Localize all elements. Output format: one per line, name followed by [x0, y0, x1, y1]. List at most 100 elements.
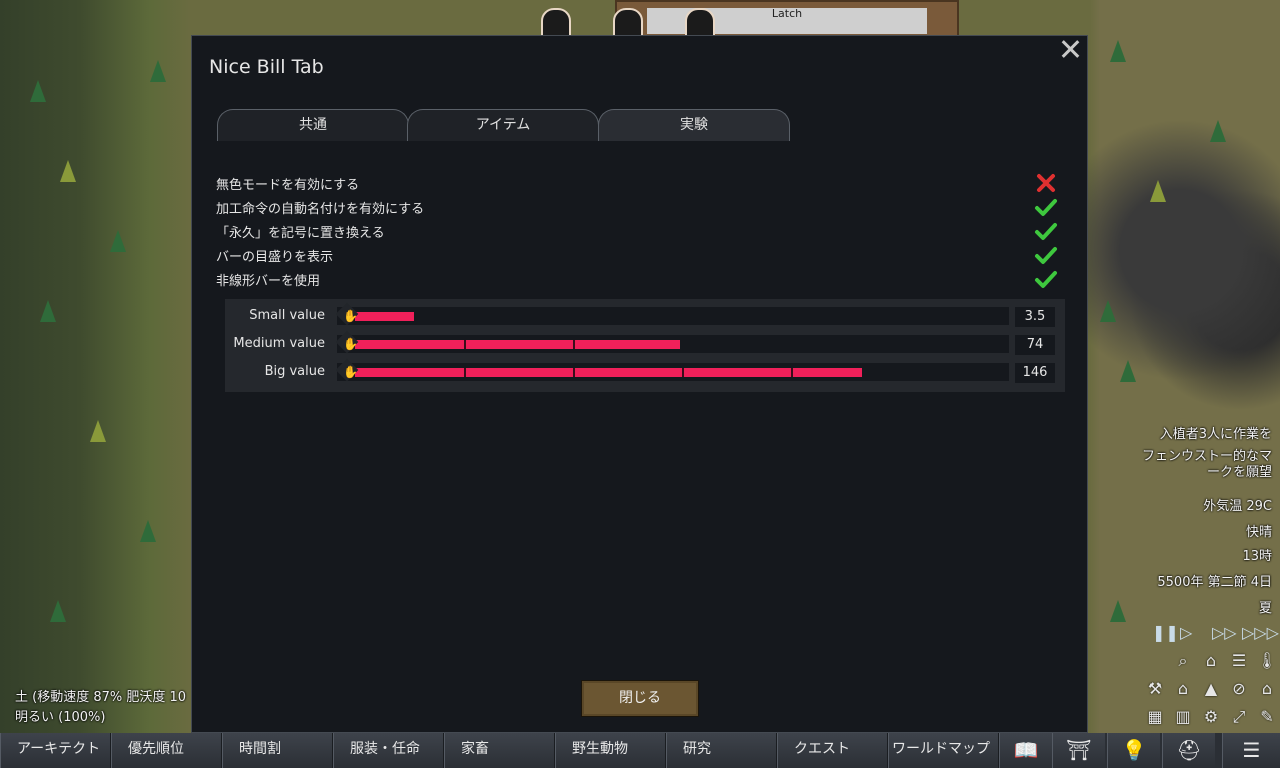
hour-readout: 13時	[1242, 549, 1272, 564]
slider-row: Small value ✋ 3.5	[225, 302, 1065, 329]
hierarchy-icon[interactable]: ⛩	[1052, 733, 1105, 768]
tree	[40, 300, 56, 322]
tree	[1110, 40, 1126, 62]
slider-label: Big value	[264, 364, 325, 379]
tree	[90, 420, 106, 442]
slider-value[interactable]: 146	[1015, 363, 1055, 383]
slider-tick	[464, 340, 466, 349]
slider-track[interactable]: ✋	[335, 330, 1009, 354]
option-label: 加工命令の自動名付けを有効にする	[216, 202, 425, 217]
notes-icon[interactable]: ✎	[1256, 706, 1278, 728]
speed-superfast-icon[interactable]: ▷▷▷	[1242, 623, 1279, 642]
tree	[1120, 360, 1136, 382]
option-label: 無色モードを有効にする	[216, 178, 360, 193]
tree	[50, 600, 66, 622]
slider-tick	[682, 368, 684, 377]
slider-value[interactable]: 74	[1015, 335, 1055, 355]
option-row[interactable]: バーの目盛りを表示	[216, 243, 1058, 267]
book-icon[interactable]: 📖	[999, 733, 1052, 768]
lightbulb-icon[interactable]: 💡	[1107, 733, 1160, 768]
rebuild-icon[interactable]: ⚙	[1200, 706, 1222, 728]
tab-research[interactable]: 研究	[666, 733, 777, 768]
pause-icon[interactable]: ❚❚	[1152, 623, 1179, 642]
home-area-icon[interactable]: ⌂	[1172, 678, 1194, 700]
date-readout: 5500年 第二節 4日	[1157, 575, 1272, 590]
menu-icon[interactable]: ☰	[1222, 733, 1280, 768]
tree	[150, 60, 166, 82]
light-info: 明るい (100%)	[15, 710, 106, 725]
tab-assign[interactable]: 服装・任命	[333, 733, 444, 768]
checkmark-icon[interactable]	[1034, 195, 1058, 219]
option-row[interactable]: 加工命令の自動名付けを有効にする	[216, 195, 1058, 219]
slider-handle-icon: ✋	[343, 309, 358, 323]
tab-schedule[interactable]: 時間割	[222, 733, 333, 768]
tab-architect[interactable]: アーキテクト	[0, 733, 111, 768]
option-label: 非線形バーを使用	[216, 274, 321, 289]
tab-experimental[interactable]: 実験	[598, 109, 790, 141]
tab-work[interactable]: 優先順位	[111, 733, 222, 768]
checkmark-icon[interactable]	[1034, 243, 1058, 267]
option-row[interactable]: 「永久」を記号に置き換える	[216, 219, 1058, 243]
beauty-overlay-icon[interactable]: ▥	[1172, 706, 1194, 728]
tree	[140, 520, 156, 542]
tree	[30, 80, 46, 102]
tree	[1150, 180, 1166, 202]
tree	[110, 230, 126, 252]
slider-panel: Small value ✋ 3.5 Medium value ✋ 74 Big …	[225, 299, 1065, 392]
tree	[60, 160, 76, 182]
slider-fill	[355, 312, 414, 321]
slider-handle-icon: ✋	[343, 337, 358, 351]
tab-wildlife[interactable]: 野生動物	[555, 733, 666, 768]
alert-text[interactable]: ークを願望	[1207, 461, 1272, 480]
tab-items[interactable]: アイテム	[407, 109, 599, 141]
building-label: Latch	[771, 7, 803, 20]
search-icon[interactable]: ⌕	[1172, 650, 1194, 672]
main-tab-bar: アーキテクト 優先順位 時間割 服装・任命 家畜 野生動物 研究 クエスト ワー…	[0, 733, 1280, 768]
speed-fast-icon[interactable]: ▷▷	[1212, 623, 1237, 642]
resize-icon[interactable]: ⤢	[1228, 706, 1250, 728]
zone-icon[interactable]: ▦	[1144, 706, 1166, 728]
tab-quests[interactable]: クエスト	[777, 733, 888, 768]
option-row[interactable]: 無色モードを有効にする	[216, 171, 1058, 195]
settings-dialog: Nice Bill Tab 共通 アイテム 実験 無色モードを有効にする 加工命…	[191, 35, 1088, 733]
forbidden-icon[interactable]: ⊘	[1228, 678, 1250, 700]
temperature-icon[interactable]: 🌡	[1256, 650, 1278, 672]
tab-world[interactable]: ワールドマップ	[888, 733, 999, 768]
tab-animals[interactable]: 家畜	[444, 733, 555, 768]
option-label: 「永久」を記号に置き換える	[216, 226, 385, 241]
list-toggle-icon[interactable]: ☰	[1228, 650, 1250, 672]
slider-row: Medium value ✋ 74	[225, 330, 1065, 357]
building[interactable]: Latch	[615, 0, 959, 40]
close-icon[interactable]	[1059, 38, 1081, 60]
slider-track[interactable]: ✋	[335, 358, 1009, 382]
temperature-readout: 外気温 29C	[1203, 499, 1272, 514]
tab-common[interactable]: 共通	[217, 109, 409, 141]
slider-handle-icon: ✋	[343, 365, 358, 379]
close-button[interactable]: 閉じる	[581, 680, 699, 717]
terrain-overlay-icon[interactable]: ▲	[1200, 678, 1222, 700]
roof-overlay-icon[interactable]: ⌂	[1200, 650, 1222, 672]
tree	[1210, 120, 1226, 142]
slider-value[interactable]: 3.5	[1015, 307, 1055, 327]
auto-home-icon[interactable]: ⌂	[1256, 678, 1278, 700]
slider-tick	[573, 340, 575, 349]
tab-bar: 共通 アイテム 実験	[217, 109, 797, 141]
terrain-info: 土 (移動速度 87% 肥沃度 10	[15, 690, 187, 705]
cross-icon[interactable]	[1034, 171, 1058, 195]
option-row[interactable]: 非線形バーを使用	[216, 267, 1058, 291]
slider-tick	[464, 368, 466, 377]
dialog-title: Nice Bill Tab	[209, 56, 324, 78]
checkmark-icon[interactable]	[1034, 267, 1058, 291]
weather-readout: 快晴	[1245, 525, 1272, 540]
slider-label: Medium value	[233, 336, 325, 351]
alert-text[interactable]: 入植者3人に作業を	[1160, 423, 1272, 442]
slider-label: Small value	[249, 308, 325, 323]
checkmark-icon[interactable]	[1034, 219, 1058, 243]
slider-track[interactable]: ✋	[335, 302, 1009, 326]
tree	[1110, 600, 1126, 622]
season-readout: 夏	[1258, 601, 1272, 616]
helmet-icon[interactable]: ⛑	[1162, 733, 1215, 768]
speed-normal-icon[interactable]: ▷	[1180, 623, 1192, 642]
slider-fill	[355, 340, 680, 349]
build-toggle-icon[interactable]: ⚒	[1144, 678, 1166, 700]
